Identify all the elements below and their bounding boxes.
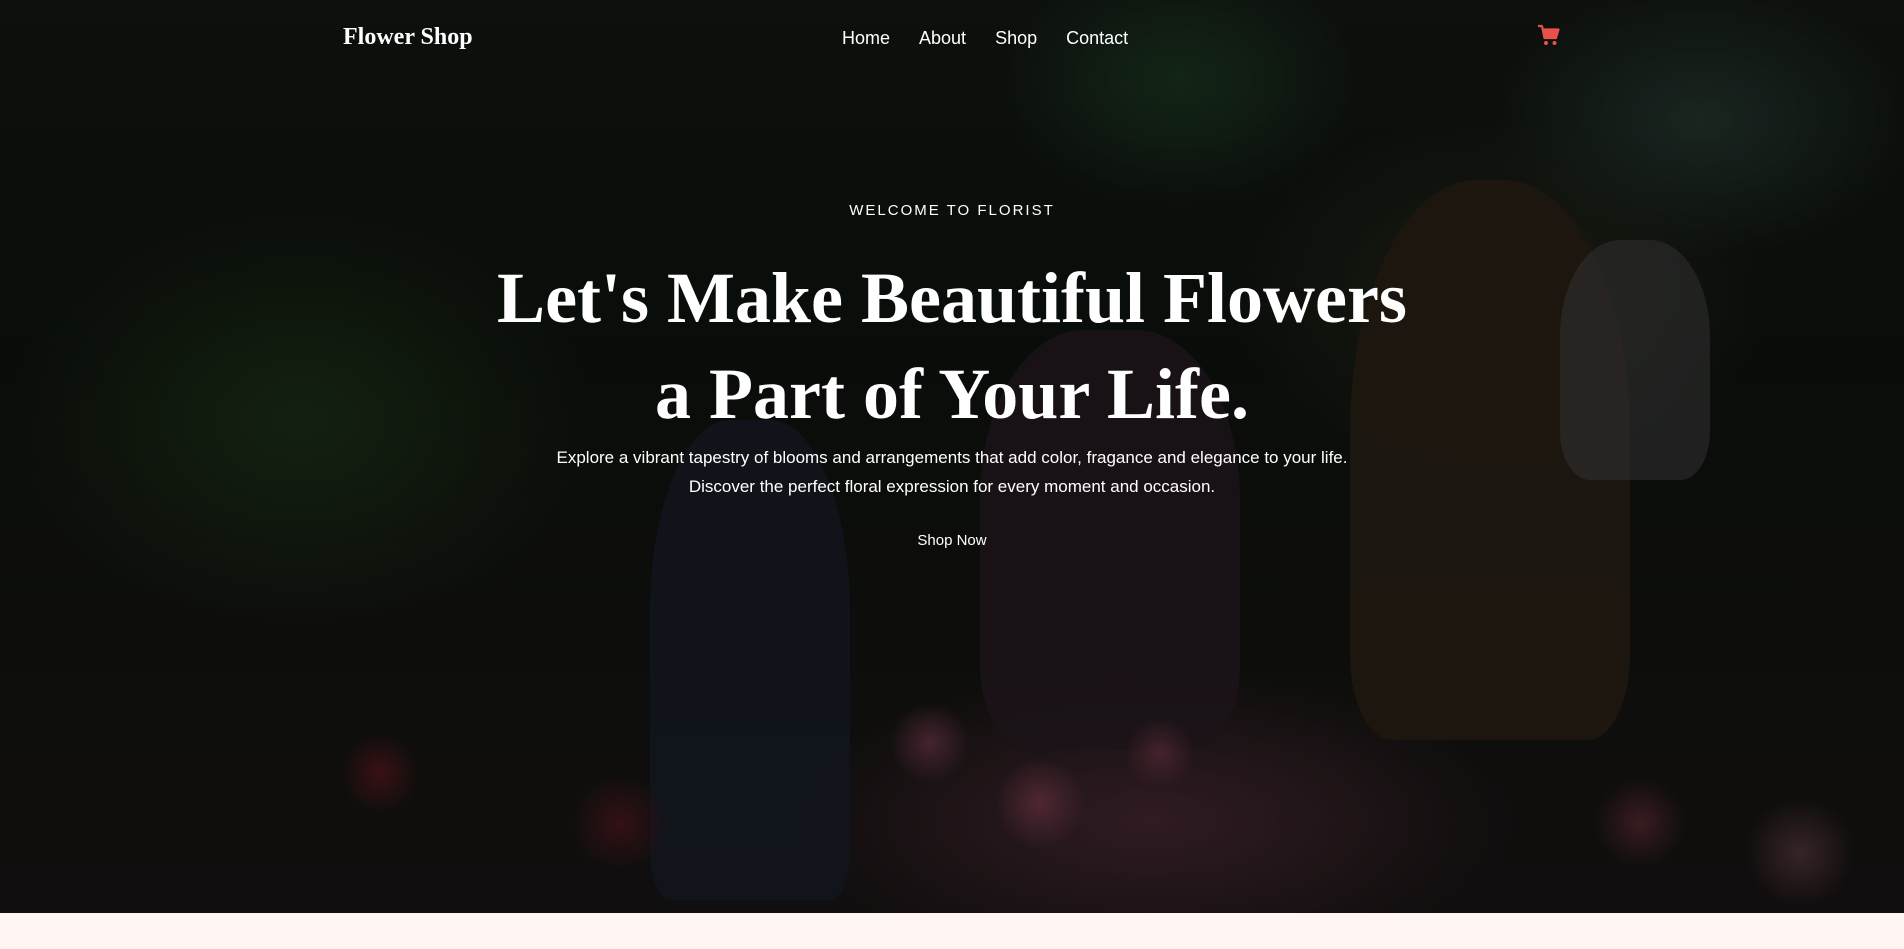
- hero-eyebrow: WELCOME TO FLORIST: [849, 202, 1055, 219]
- nav-link-contact[interactable]: Contact: [1066, 28, 1128, 49]
- hero-description-line: Explore a vibrant tapestry of blooms and…: [556, 448, 1348, 467]
- hero-headline-line: Let's Make Beautiful Flowers: [497, 258, 1407, 338]
- nav-link-shop[interactable]: Shop: [995, 28, 1037, 49]
- shopping-cart-icon[interactable]: [1537, 24, 1561, 48]
- hero-headline-line: a Part of Your Life.: [655, 354, 1249, 434]
- nav-link-about[interactable]: About: [919, 28, 966, 49]
- hero-description-line: Discover the perfect floral expression f…: [688, 477, 1216, 496]
- shop-now-button[interactable]: Shop Now: [902, 528, 1002, 553]
- nav-link-home[interactable]: Home: [842, 28, 890, 49]
- next-section: [0, 913, 1904, 949]
- hero-headline: Let's Make Beautiful Flowers a Part of Y…: [452, 250, 1452, 442]
- main-nav: Home About Shop Contact: [842, 28, 1128, 49]
- hero-section: Flower Shop Home About Shop Contact WELC…: [0, 0, 1904, 913]
- site-logo[interactable]: Flower Shop: [343, 24, 473, 51]
- hero-description: Explore a vibrant tapestry of blooms and…: [452, 443, 1452, 501]
